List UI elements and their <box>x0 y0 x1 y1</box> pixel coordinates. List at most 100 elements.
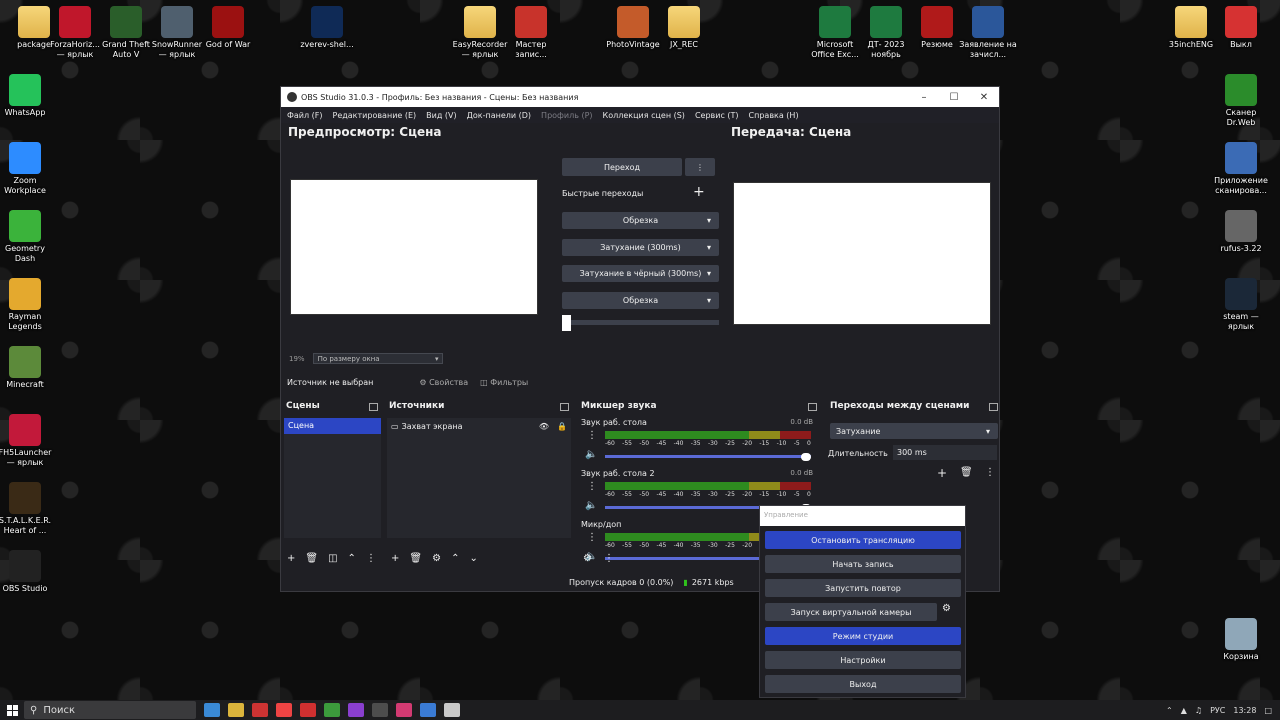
control-button[interactable]: Настройки <box>765 651 961 669</box>
desktop-shortcut[interactable]: Rayman Legends <box>0 278 54 332</box>
dock-float-icon[interactable] <box>369 403 378 411</box>
taskview-icon[interactable] <box>204 703 220 717</box>
arrow-down-icon[interactable]: ⌄ <box>469 553 477 564</box>
desktop-shortcut[interactable]: EasyRecorder — ярлык <box>451 6 509 60</box>
menu-item[interactable]: Редактирование (E) <box>333 111 417 120</box>
plus-icon[interactable]: + <box>391 553 399 564</box>
plus-icon[interactable]: + <box>287 553 295 564</box>
control-button[interactable]: Запуск виртуальной камеры <box>765 603 937 621</box>
dock-float-icon[interactable] <box>560 403 569 411</box>
control-button[interactable]: Выход <box>765 675 961 693</box>
desktop-shortcut[interactable]: Выкл <box>1212 6 1270 50</box>
menu-item[interactable]: Сервис (T) <box>695 111 739 120</box>
chevron-up-icon[interactable]: ⌃ <box>1166 706 1173 715</box>
add-transition-button[interactable]: + <box>937 466 947 480</box>
arrow-up-icon[interactable]: ⌃ <box>348 553 356 564</box>
chrome-icon[interactable] <box>324 703 340 717</box>
properties-button[interactable]: ⚙ Свойства <box>419 378 468 387</box>
desktop-shortcut[interactable]: S.T.A.L.K.E.R. Heart of ... <box>0 482 54 536</box>
desktop-shortcut[interactable]: JX_REC <box>655 6 713 50</box>
controls-header[interactable]: Управление <box>760 506 965 526</box>
desktop-shortcut[interactable]: PhotoVintage <box>604 6 662 50</box>
network-icon[interactable]: ▲ <box>1181 706 1187 715</box>
desktop-shortcut[interactable]: Minecraft <box>0 346 54 390</box>
desktop-shortcut[interactable]: Резюме <box>908 6 966 50</box>
minimize-button[interactable]: – <box>909 92 939 103</box>
quick-transition-button[interactable]: Затухание в чёрный (300ms) ▾ <box>562 265 719 282</box>
desktop-shortcut[interactable]: Zoom Workplace <box>0 142 54 196</box>
quick-transition-button[interactable]: Обрезка ▾ <box>562 291 719 309</box>
t-bar-handle[interactable] <box>562 315 571 331</box>
more-icon[interactable]: ⋮ <box>366 553 376 564</box>
explorer-icon[interactable] <box>228 703 244 717</box>
control-button[interactable]: Запустить повтор <box>765 579 961 597</box>
more-icon[interactable]: ⋮ <box>587 481 597 492</box>
desktop-shortcut[interactable]: FH5Launcher — ярлык <box>0 414 54 468</box>
desktop-shortcut[interactable]: OBS Studio <box>0 550 54 594</box>
transition-menu-button[interactable]: ⋮ <box>685 158 715 176</box>
t-bar-track[interactable] <box>562 320 719 325</box>
menu-item[interactable]: Коллекция сцен (S) <box>603 111 685 120</box>
app-icon[interactable] <box>348 703 364 717</box>
desktop-shortcut[interactable]: WhatsApp <box>0 74 54 118</box>
zoom-mode-select[interactable]: По размеру окна ▾ <box>312 353 443 364</box>
transition-menu-button[interactable]: ⋮ <box>985 467 995 478</box>
notifications-icon[interactable]: □ <box>1264 706 1272 715</box>
arrow-up-icon[interactable]: ⌃ <box>451 553 459 564</box>
volume-slider[interactable] <box>605 455 811 458</box>
transition-type-select[interactable]: Затухание ▾ <box>830 423 998 439</box>
transition-button[interactable]: Переход <box>562 158 682 176</box>
desktop-shortcut[interactable]: Мастер запис... <box>502 6 560 60</box>
gear-icon[interactable]: ⚙ <box>432 553 441 564</box>
settings-icon[interactable] <box>372 703 388 717</box>
maximize-button[interactable]: ☐ <box>939 92 969 103</box>
app-icon[interactable] <box>396 703 412 717</box>
close-button[interactable]: ✕ <box>969 92 999 103</box>
lock-icon[interactable]: 🔒 <box>557 422 567 431</box>
desktop-shortcut[interactable]: Корзина <box>1212 618 1270 662</box>
dock-float-icon[interactable] <box>808 403 817 411</box>
desktop-shortcut[interactable]: Сканер Dr.Web <box>1212 74 1270 128</box>
input-language[interactable]: РУС <box>1210 706 1225 715</box>
control-button[interactable]: Режим студии <box>765 627 961 645</box>
yandex-icon[interactable] <box>276 703 292 717</box>
visibility-eye-icon[interactable]: 👁 <box>539 422 549 431</box>
menu-item[interactable]: Справка (H) <box>749 111 799 120</box>
desktop-shortcut[interactable]: ForzaHoriz... — ярлык <box>46 6 104 60</box>
app-icon[interactable] <box>252 703 268 717</box>
desktop-shortcut[interactable]: Приложение сканирова... <box>1212 142 1270 196</box>
gear-icon[interactable]: ⚙ <box>583 553 592 564</box>
app-icon[interactable] <box>420 703 436 717</box>
more-icon[interactable]: ⋮ <box>604 553 614 564</box>
desktop-shortcut[interactable]: ДТ- 2023 ноябрь <box>857 6 915 60</box>
desktop-shortcut[interactable]: rufus-3.22 <box>1212 210 1270 254</box>
menu-item[interactable]: Вид (V) <box>426 111 456 120</box>
volume-icon[interactable]: ♫ <box>1195 706 1202 715</box>
duration-input[interactable]: 300 ms <box>893 445 997 460</box>
quick-transition-button[interactable]: Затухание (300ms) ▾ <box>562 238 719 256</box>
control-button[interactable]: Остановить трансляцию <box>765 531 961 549</box>
clock[interactable]: 13:28 <box>1233 706 1256 715</box>
dock-float-icon[interactable] <box>989 403 998 411</box>
preview-canvas[interactable] <box>290 179 538 315</box>
obs-taskbar-icon[interactable] <box>444 703 460 717</box>
quick-transition-button[interactable]: Обрезка ▾ <box>562 212 719 229</box>
menu-item[interactable]: Док-панели (D) <box>467 111 531 120</box>
menu-item[interactable]: Профиль (P) <box>541 111 592 120</box>
trash-icon[interactable]: 🗑 <box>305 553 318 564</box>
more-icon[interactable]: ⋮ <box>587 430 597 441</box>
desktop-shortcut[interactable]: SnowRunner — ярлык <box>148 6 206 60</box>
more-icon[interactable]: ⋮ <box>587 532 597 543</box>
scene-item[interactable]: Сцена <box>284 418 381 434</box>
desktop-shortcut[interactable]: steam — ярлык <box>1212 278 1270 332</box>
title-bar[interactable]: OBS Studio 31.0.3 - Профиль: Без названи… <box>281 87 999 107</box>
desktop-shortcut[interactable]: God of War <box>199 6 257 50</box>
add-quick-transition-button[interactable]: + <box>693 184 705 200</box>
control-button[interactable]: Начать запись <box>765 555 961 573</box>
volume-slider-knob[interactable] <box>801 453 811 461</box>
remove-transition-button[interactable]: 🗑 <box>960 467 973 478</box>
speaker-icon[interactable]: 🔈 <box>585 500 597 511</box>
menu-item[interactable]: Файл (F) <box>287 111 323 120</box>
app-icon[interactable] <box>300 703 316 717</box>
desktop-shortcut[interactable]: Geometry Dash <box>0 210 54 264</box>
